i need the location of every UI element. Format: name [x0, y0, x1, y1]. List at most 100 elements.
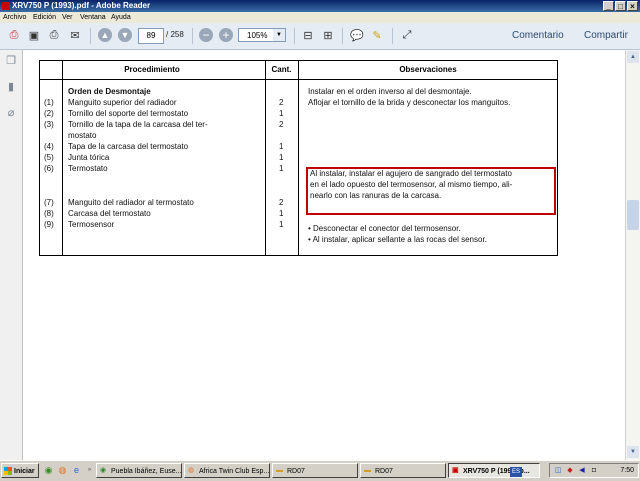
table-divider — [62, 61, 63, 255]
start-label: Iniciar — [14, 468, 35, 475]
table-divider — [265, 61, 266, 255]
window-title: XRV750 P (1993).pdf - Adobe Reader — [12, 1, 151, 10]
email-icon[interactable]: ✉ — [67, 27, 83, 43]
zoom-value: 105% — [247, 31, 268, 40]
row-name: Termostato — [68, 164, 108, 173]
toolbar-separator — [192, 28, 193, 44]
task-label: Africa Twin Club Esp... — [199, 468, 270, 475]
row-name: Manguito del radiador al termostato — [68, 198, 194, 207]
comment-button[interactable]: Comentario — [512, 23, 564, 49]
menu-ver[interactable]: Ver — [62, 12, 73, 23]
language-indicator[interactable]: ES — [510, 467, 522, 477]
observation-bullet: • Desconectar el conector del termosenso… — [308, 224, 461, 233]
header-observations: Observaciones — [399, 65, 457, 74]
quicklaunch-browser-icon[interactable]: ◉ — [43, 465, 54, 476]
observation-text: Aflojar el tornillo de la brida y descon… — [308, 98, 511, 107]
header-qty: Cant. — [271, 65, 292, 74]
quicklaunch-ie-icon[interactable]: e — [71, 465, 82, 476]
row-num: (5) — [44, 153, 54, 162]
adobe-reader-icon — [2, 2, 10, 10]
row-name-continued: mostato — [68, 131, 97, 140]
task-label: RD07 — [287, 468, 305, 475]
maximize-button[interactable]: □ — [615, 1, 626, 11]
close-button[interactable]: × — [627, 1, 638, 11]
row-name: Termosensor — [68, 220, 115, 229]
table-divider — [298, 61, 299, 255]
print-icon[interactable]: ⎙ — [46, 27, 62, 43]
row-name: Junta tórica — [68, 153, 110, 162]
toolbar-separator — [392, 28, 393, 44]
firefox-icon: ◍ — [188, 467, 195, 474]
scroll-up-icon[interactable]: ▲ — [627, 51, 639, 63]
attachment-icon[interactable]: ⌀ — [4, 106, 18, 120]
chrome-icon: ◉ — [100, 467, 107, 474]
menu-bar: Archivo Edición Ver Ventana Ayuda — [0, 12, 640, 23]
bookmark-icon[interactable]: ▮ — [4, 80, 18, 94]
quicklaunch-firefox-icon[interactable]: ◍ — [57, 465, 68, 476]
row-qty: 1 — [279, 109, 284, 118]
scroll-thumb[interactable] — [627, 200, 639, 230]
task-adobe-reader[interactable]: ▣ XRV750 P (1993).p... — [448, 463, 540, 478]
document-area[interactable]: Procedimiento Cant. Observaciones Orden … — [23, 50, 626, 460]
page-number-input[interactable]: 89 — [138, 28, 164, 44]
row-name: Carcasa del termostato — [68, 209, 151, 218]
comment-bubble-icon[interactable]: 💬 — [349, 27, 365, 43]
next-page-icon[interactable]: ▼ — [118, 28, 132, 42]
row-qty: 1 — [279, 220, 284, 229]
toolbar-separator — [90, 28, 91, 44]
menu-archivo[interactable]: Archivo — [3, 12, 26, 23]
task-folder-rd07-2[interactable]: ▬ RD07 — [360, 463, 446, 478]
row-qty: 1 — [279, 164, 284, 173]
row-num: (1) — [44, 98, 54, 107]
row-name: Tornillo de la tapa de la carcasa del te… — [68, 120, 208, 129]
network-icon[interactable]: ◫ — [554, 467, 562, 475]
system-tray: ES ◫ ◆ ◀ ◘ 7:50 — [510, 463, 639, 478]
header-procedure: Procedimiento — [124, 65, 180, 74]
minimize-button[interactable]: _ — [603, 1, 614, 11]
menu-edicion[interactable]: Edición — [33, 12, 56, 23]
speaker-icon[interactable]: ◀ — [578, 467, 586, 475]
clock: 7:50 — [620, 467, 634, 474]
section-title: Orden de Desmontaje — [68, 87, 151, 96]
antivirus-icon[interactable]: ◆ — [566, 467, 574, 475]
vertical-scrollbar[interactable]: ▲ ▼ — [625, 50, 640, 460]
row-num: (9) — [44, 220, 54, 229]
quicklaunch-more-icon[interactable]: » — [84, 465, 95, 476]
task-label: RD07 — [375, 468, 393, 475]
task-folder-rd07[interactable]: ▬ RD07 — [272, 463, 358, 478]
row-name: Manguito superior del radiador — [68, 98, 177, 107]
fit-page-icon[interactable]: ⊟ — [300, 27, 316, 43]
observation-text: en el lado opuesto del termosensor, al m… — [310, 180, 513, 189]
fit-width-icon[interactable]: ⊞ — [320, 27, 336, 43]
save-icon[interactable]: ▣ — [26, 27, 42, 43]
previous-page-icon[interactable]: ▲ — [98, 28, 112, 42]
task-firefox[interactable]: ◍ Africa Twin Club Esp... — [184, 463, 270, 478]
task-chrome[interactable]: ◉ Puebla Ibáñez, Euse... — [96, 463, 182, 478]
row-num: (6) — [44, 164, 54, 173]
adobe-reader-icon: ▣ — [452, 467, 459, 474]
menu-ayuda[interactable]: Ayuda — [111, 12, 131, 23]
expand-icon[interactable]: ⤢ — [399, 27, 415, 43]
observation-text: Instalar en el orden inverso al del desm… — [308, 87, 472, 96]
create-pdf-icon[interactable]: ⎙ — [6, 27, 22, 43]
row-num: (7) — [44, 198, 54, 207]
highlight-icon[interactable]: ✎ — [369, 27, 385, 43]
toolbar-separator — [294, 28, 295, 44]
chevron-down-icon[interactable]: ▼ — [273, 29, 285, 41]
row-num: (8) — [44, 209, 54, 218]
zoom-in-icon[interactable]: + — [219, 28, 233, 42]
scroll-down-icon[interactable]: ▼ — [627, 446, 639, 458]
toolbar: ⎙ ▣ ⎙ ✉ ▲ ▼ 89 / 258 − + 105% ▼ ⊟ ⊞ 💬 ✎ … — [0, 23, 640, 50]
observation-text: Al instalar, instalar el agujero de sang… — [310, 169, 512, 178]
row-num: (2) — [44, 109, 54, 118]
start-button[interactable]: Iniciar — [1, 463, 39, 478]
zoom-select[interactable]: 105% ▼ — [238, 28, 286, 42]
pages-icon[interactable]: ❐ — [4, 54, 18, 68]
share-button[interactable]: Compartir — [584, 23, 628, 49]
zoom-out-icon[interactable]: − — [199, 28, 213, 42]
window-controls: _ □ × — [603, 1, 638, 11]
tray-app-icon[interactable]: ◘ — [590, 467, 598, 475]
navigation-pane: ❐ ▮ ⌀ — [0, 50, 23, 460]
windows-logo-icon — [4, 467, 12, 475]
menu-ventana[interactable]: Ventana — [80, 12, 106, 23]
